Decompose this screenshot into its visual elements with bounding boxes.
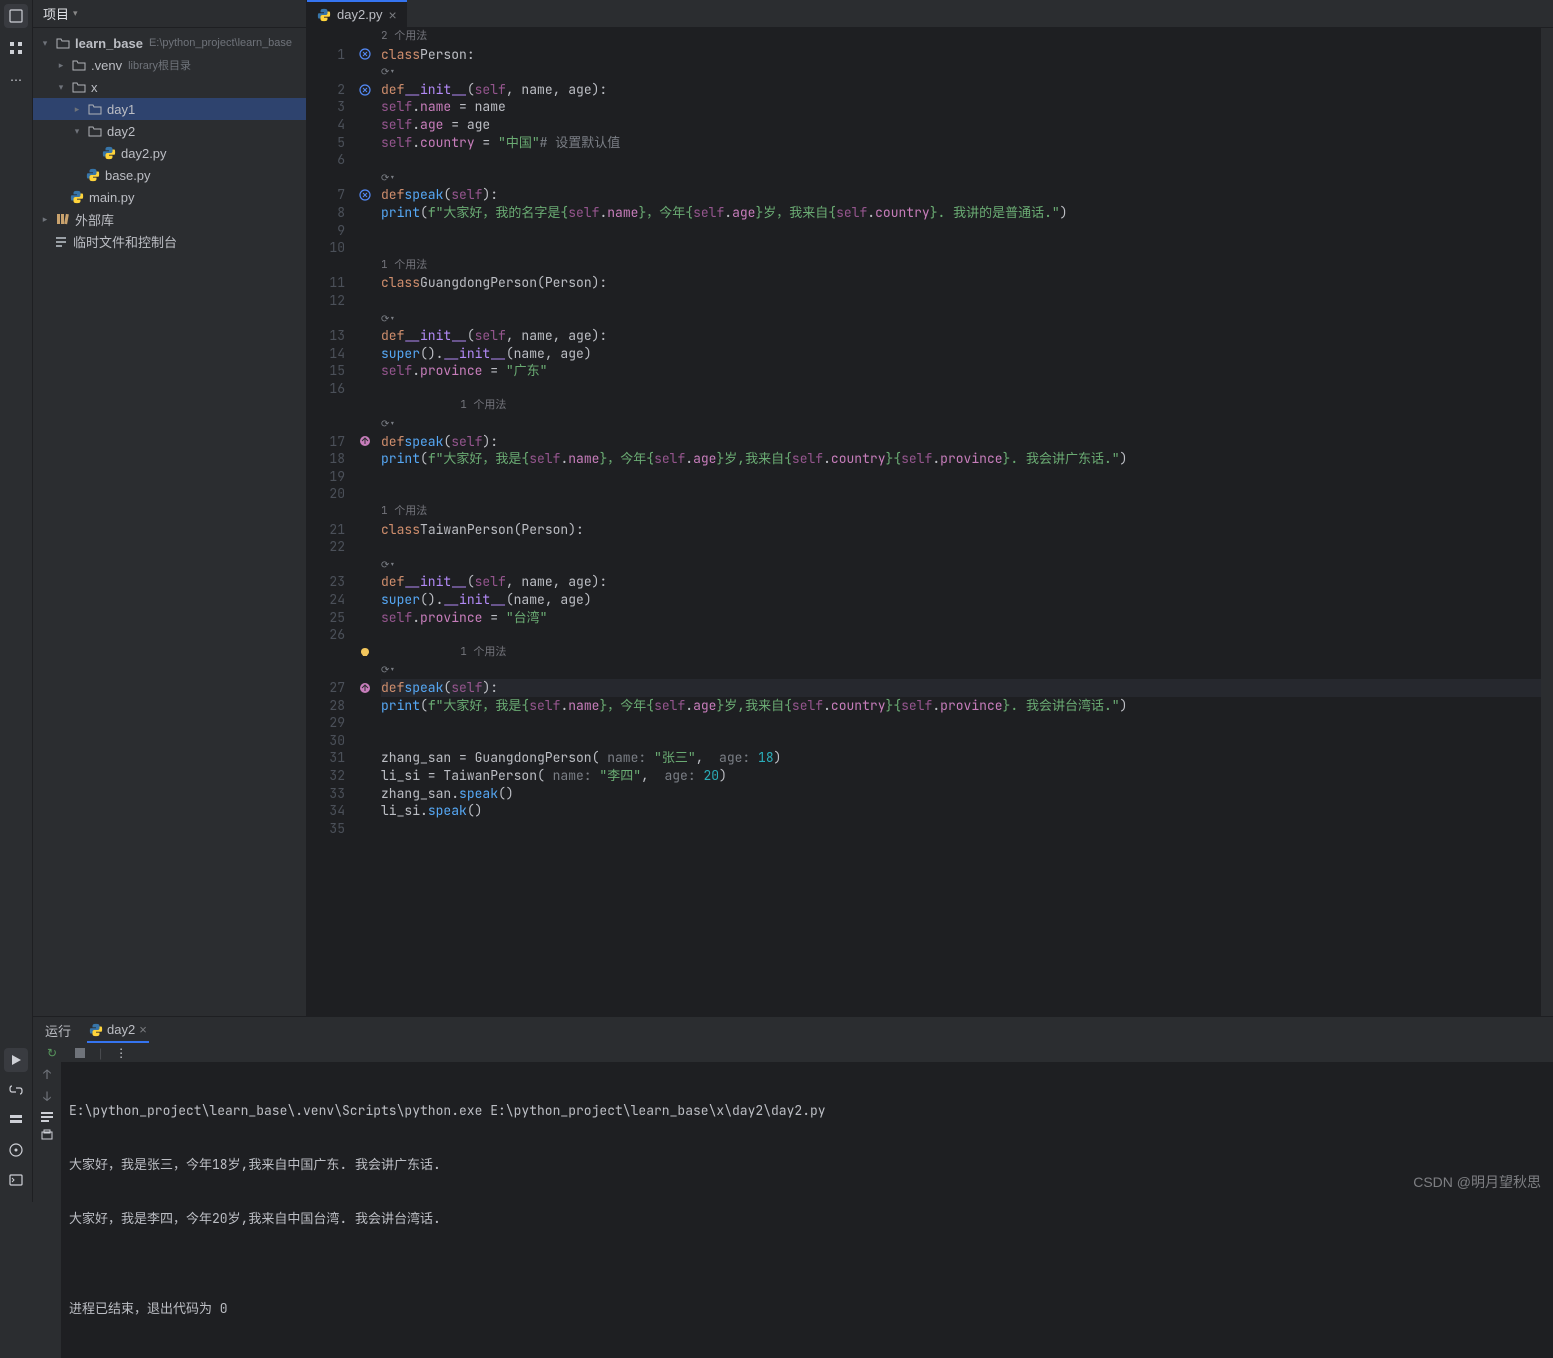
run-config-tab[interactable]: day2 × xyxy=(87,1018,149,1043)
python-file-icon xyxy=(89,1023,103,1037)
folder-icon xyxy=(71,79,87,95)
down-icon[interactable]: ↓ xyxy=(43,1088,51,1106)
console-output[interactable]: E:\python_project\learn_base\.venv\Scrip… xyxy=(61,1062,1553,1358)
tree-root[interactable]: ▾ learn_base E:\python_project\learn_bas… xyxy=(33,32,306,54)
up-icon[interactable]: ↑ xyxy=(43,1066,51,1084)
more-tool-icon[interactable]: ⋯ xyxy=(4,68,28,92)
folder-icon xyxy=(55,35,71,51)
line-numbers-gutter: 1234567891011121314151617181920212223242… xyxy=(307,28,355,1016)
project-tool-icon[interactable] xyxy=(4,4,28,28)
tree-extlib[interactable]: ▸ 外部库 xyxy=(33,208,306,230)
project-tree: ▾ learn_base E:\python_project\learn_bas… xyxy=(33,28,306,256)
scratch-icon xyxy=(53,233,69,249)
sidebar-title: 项目 xyxy=(43,4,69,23)
code-editor[interactable]: 1234567891011121314151617181920212223242… xyxy=(307,28,1553,1016)
tree-label: .venv xyxy=(91,58,122,73)
project-sidebar: 项目 ▾ ▾ learn_base E:\python_project\lear… xyxy=(33,0,307,1016)
tree-x[interactable]: ▾ x xyxy=(33,76,306,98)
tree-day1[interactable]: ▸ day1 xyxy=(33,98,306,120)
bottom-panel-tabs: 运行 day2 × xyxy=(33,1017,1553,1044)
tree-label: 外部库 xyxy=(75,210,114,229)
run-panel: 运行 day2 × ↻ | ⋮ ↑ ↓ E:\python_project\le… xyxy=(33,1016,1553,1202)
services-tool-icon[interactable] xyxy=(4,1108,28,1132)
tree-mainpy[interactable]: main.py xyxy=(33,186,306,208)
right-margin xyxy=(1541,28,1553,1016)
folder-icon xyxy=(87,101,103,117)
console-line: 大家好，我是张三，今年18岁,我来自中国广东. 我会讲广东话. xyxy=(69,1156,1545,1174)
tree-day2[interactable]: ▾ day2 xyxy=(33,120,306,142)
run-tab-label[interactable]: 运行 xyxy=(43,1017,73,1044)
console-line: 大家好，我是李四，今年20岁,我来自中国台湾. 我会讲台湾话. xyxy=(69,1210,1545,1228)
tab-label: day2.py xyxy=(337,7,383,22)
gutter-icons xyxy=(355,28,375,1016)
folder-icon xyxy=(87,123,103,139)
rerun-icon[interactable]: ↻ xyxy=(43,1044,61,1062)
library-icon xyxy=(55,211,71,227)
folder-icon xyxy=(71,57,87,73)
chevron-right-icon: ▸ xyxy=(71,103,83,115)
problems-tool-icon[interactable] xyxy=(4,1138,28,1162)
print-icon[interactable] xyxy=(40,1128,54,1142)
chevron-right-icon: ▸ xyxy=(55,59,67,71)
python-console-icon[interactable] xyxy=(4,1078,28,1102)
more-icon[interactable]: ⋮ xyxy=(112,1044,130,1062)
editor-pane: day2.py × 123456789101112131415161718192… xyxy=(307,0,1553,1016)
code-content[interactable]: 2 个用法class Person: ⟳▾ def __init__(self,… xyxy=(375,28,1541,1016)
close-icon[interactable]: × xyxy=(139,1022,147,1037)
console: ↑ ↓ E:\python_project\learn_base\.venv\S… xyxy=(33,1062,1553,1358)
run-toolbar: ↻ | ⋮ xyxy=(33,1044,1553,1062)
chevron-down-icon: ▾ xyxy=(39,37,51,49)
tree-label: day1 xyxy=(107,102,135,117)
python-file-icon xyxy=(317,8,331,22)
stop-icon[interactable] xyxy=(71,1044,89,1062)
python-file-icon xyxy=(69,189,85,205)
close-icon[interactable]: × xyxy=(389,7,397,23)
tree-label: base.py xyxy=(105,168,151,183)
chevron-down-icon: ▾ xyxy=(55,81,67,93)
editor-tabs: day2.py × xyxy=(307,0,1553,28)
tree-label: day2.py xyxy=(121,146,167,161)
tree-basepy[interactable]: base.py xyxy=(33,164,306,186)
tree-label: learn_base xyxy=(75,36,143,51)
python-file-icon xyxy=(101,145,117,161)
tree-label: day2 xyxy=(107,124,135,139)
tree-label: main.py xyxy=(89,190,135,205)
console-line: 进程已结束，退出代码为 0 xyxy=(69,1300,1545,1318)
terminal-tool-icon[interactable] xyxy=(4,1168,28,1192)
console-line: E:\python_project\learn_base\.venv\Scrip… xyxy=(69,1102,1545,1120)
wrap-icon[interactable] xyxy=(40,1110,54,1124)
tree-label: x xyxy=(91,80,98,95)
tree-venv[interactable]: ▸ .venv library根目录 xyxy=(33,54,306,76)
structure-tool-icon[interactable] xyxy=(4,36,28,60)
tree-label: 临时文件和控制台 xyxy=(73,232,177,251)
chevron-down-icon: ▾ xyxy=(73,8,78,19)
tree-day2py[interactable]: day2.py xyxy=(33,142,306,164)
left-toolbar: ⋯ xyxy=(0,0,33,1202)
tab-day2[interactable]: day2.py × xyxy=(307,0,407,27)
tree-scratch[interactable]: 临时文件和控制台 xyxy=(33,230,306,252)
console-gutter: ↑ ↓ xyxy=(33,1062,61,1358)
tree-hint: library根目录 xyxy=(128,57,191,73)
run-tool-icon[interactable] xyxy=(4,1048,28,1072)
chevron-down-icon: ▾ xyxy=(71,125,83,137)
python-file-icon xyxy=(85,167,101,183)
sidebar-header[interactable]: 项目 ▾ xyxy=(33,0,306,28)
chevron-right-icon: ▸ xyxy=(39,213,51,225)
tree-path-hint: E:\python_project\learn_base xyxy=(149,37,292,49)
run-config-name: day2 xyxy=(107,1022,135,1037)
